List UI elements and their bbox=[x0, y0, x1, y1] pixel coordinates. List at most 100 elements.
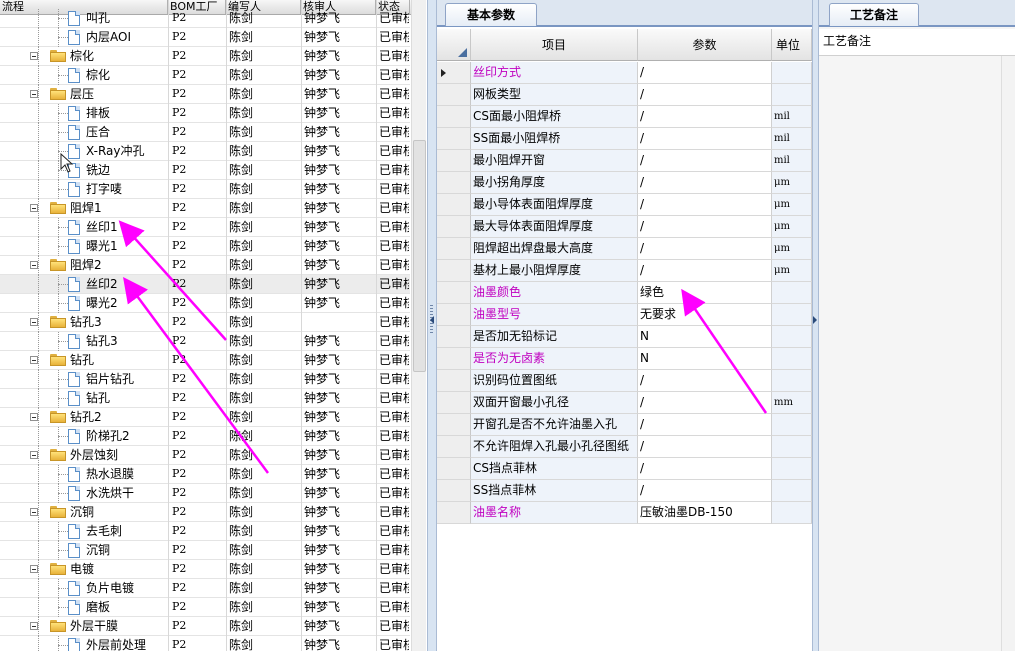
collapse-toggle-icon[interactable] bbox=[30, 508, 38, 516]
param-value-cell[interactable]: / bbox=[638, 128, 772, 150]
collapse-toggle-icon[interactable] bbox=[30, 356, 38, 364]
tree-step-row[interactable]: 棕化 P2 陈剑 钟梦飞 已审核 bbox=[0, 66, 410, 85]
tree-step-row[interactable]: 沉铜 P2 陈剑 钟梦飞 已审核 bbox=[0, 541, 410, 560]
row-selector[interactable] bbox=[437, 172, 471, 194]
param-value-cell[interactable]: / bbox=[638, 106, 772, 128]
row-selector[interactable] bbox=[437, 370, 471, 392]
collapse-toggle-icon[interactable] bbox=[30, 261, 38, 269]
process-tree-grid[interactable]: 流程 BOM工厂 编写人 核审人 状态 叫孔P2陈剑钟梦飞已审核内层AOIP2陈… bbox=[0, 0, 426, 651]
tree-group-row[interactable]: 沉铜 P2 陈剑 钟梦飞 已审核 bbox=[0, 503, 410, 522]
collapse-toggle-icon[interactable] bbox=[30, 52, 38, 60]
tree-group-row[interactable]: 阻焊1 P2 陈剑 钟梦飞 已审核 bbox=[0, 199, 410, 218]
row-selector[interactable] bbox=[437, 304, 471, 326]
notes-textarea[interactable] bbox=[819, 56, 1001, 651]
tree-step-row[interactable]: 钻孔3 P2 陈剑 钟梦飞 已审核 bbox=[0, 332, 410, 351]
tree-step-row[interactable]: 水洗烘干 P2 陈剑 钟梦飞 已审核 bbox=[0, 484, 410, 503]
tree-group-row[interactable]: 层压 P2 陈剑 钟梦飞 已审核 bbox=[0, 85, 410, 104]
param-row[interactable]: 油墨颜色 绿色 bbox=[437, 282, 812, 304]
param-value-cell[interactable]: / bbox=[638, 238, 772, 260]
collapse-right-icon[interactable] bbox=[813, 316, 817, 324]
row-selector[interactable] bbox=[437, 414, 471, 436]
tree-step-row[interactable]: 热水退膜 P2 陈剑 钟梦飞 已审核 bbox=[0, 465, 410, 484]
tree-step-row[interactable]: 磨板 P2 陈剑 钟梦飞 已审核 bbox=[0, 598, 410, 617]
collapse-toggle-icon[interactable] bbox=[30, 451, 38, 459]
param-value-cell[interactable]: / bbox=[638, 414, 772, 436]
param-row[interactable]: 最大导体表面阻焊厚度 / μm bbox=[437, 216, 812, 238]
param-value-cell[interactable]: / bbox=[638, 216, 772, 238]
param-value-cell[interactable]: 绿色 bbox=[638, 282, 772, 304]
tree-scrollbar-thumb[interactable] bbox=[413, 140, 426, 372]
param-row[interactable]: 是否为无卤素 N bbox=[437, 348, 812, 370]
param-value-cell[interactable]: 压敏油墨DB-150 bbox=[638, 502, 772, 524]
row-selector[interactable] bbox=[437, 326, 471, 348]
param-row[interactable]: 最小阻焊开窗 / mil bbox=[437, 150, 812, 172]
param-value-cell[interactable]: N bbox=[638, 326, 772, 348]
tab-process-notes[interactable]: 工艺备注 bbox=[829, 3, 919, 26]
param-row[interactable]: 识别码位置图纸 / bbox=[437, 370, 812, 392]
collapse-toggle-icon[interactable] bbox=[30, 413, 38, 421]
column-header-value[interactable]: 参数 bbox=[638, 29, 772, 61]
tree-step-row[interactable]: 钻孔 P2 陈剑 钟梦飞 已审核 bbox=[0, 389, 410, 408]
row-selector[interactable] bbox=[437, 480, 471, 502]
row-selector[interactable] bbox=[437, 282, 471, 304]
column-header-unit[interactable]: 单位 bbox=[772, 29, 812, 61]
column-header-item[interactable]: 项目 bbox=[471, 29, 638, 61]
row-selector[interactable] bbox=[437, 216, 471, 238]
param-value-cell[interactable]: / bbox=[638, 194, 772, 216]
tree-step-row[interactable]: 叫孔 P2 陈剑 钟梦飞 已审核 bbox=[0, 9, 410, 28]
left-splitter[interactable] bbox=[427, 0, 437, 651]
param-row[interactable]: 双面开窗最小孔径 / mm bbox=[437, 392, 812, 414]
collapse-toggle-icon[interactable] bbox=[30, 622, 38, 630]
row-selector[interactable] bbox=[437, 260, 471, 282]
param-row[interactable]: 基材上最小阻焊厚度 / μm bbox=[437, 260, 812, 282]
collapse-toggle-icon[interactable] bbox=[30, 565, 38, 573]
param-value-cell[interactable]: / bbox=[638, 436, 772, 458]
param-value-cell[interactable]: / bbox=[638, 458, 772, 480]
tree-step-row[interactable]: 打字唛 P2 陈剑 钟梦飞 已审核 bbox=[0, 180, 410, 199]
collapse-toggle-icon[interactable] bbox=[30, 204, 38, 212]
param-value-cell[interactable]: N bbox=[638, 348, 772, 370]
param-value-cell[interactable]: / bbox=[638, 172, 772, 194]
param-row[interactable]: SS挡点菲林 / bbox=[437, 480, 812, 502]
tree-group-row[interactable]: 阻焊2 P2 陈剑 钟梦飞 已审核 bbox=[0, 256, 410, 275]
row-selector[interactable] bbox=[437, 348, 471, 370]
tree-group-row[interactable]: 钻孔3 P2 陈剑 已审核 bbox=[0, 313, 410, 332]
tree-step-row[interactable]: 负片电镀 P2 陈剑 钟梦飞 已审核 bbox=[0, 579, 410, 598]
tab-basic-params[interactable]: 基本参数 bbox=[445, 3, 537, 26]
select-all-corner[interactable] bbox=[437, 29, 471, 61]
param-row[interactable]: 最小导体表面阻焊厚度 / μm bbox=[437, 194, 812, 216]
tree-group-row[interactable]: 钻孔 P2 陈剑 钟梦飞 已审核 bbox=[0, 351, 410, 370]
row-selector[interactable] bbox=[437, 128, 471, 150]
param-row[interactable]: CS挡点菲林 / bbox=[437, 458, 812, 480]
tree-step-row[interactable]: 阶梯孔2 P2 陈剑 钟梦飞 已审核 bbox=[0, 427, 410, 446]
param-row[interactable]: 最小拐角厚度 / μm bbox=[437, 172, 812, 194]
tree-step-row[interactable]: 去毛刺 P2 陈剑 钟梦飞 已审核 bbox=[0, 522, 410, 541]
row-selector[interactable] bbox=[437, 392, 471, 414]
row-selector[interactable] bbox=[437, 84, 471, 106]
tree-step-row[interactable]: 铝片钻孔 P2 陈剑 钟梦飞 已审核 bbox=[0, 370, 410, 389]
param-value-cell[interactable]: / bbox=[638, 150, 772, 172]
param-value-cell[interactable]: / bbox=[638, 392, 772, 414]
right-splitter[interactable] bbox=[812, 0, 819, 651]
param-row[interactable]: 油墨名称 压敏油墨DB-150 bbox=[437, 502, 812, 524]
param-value-cell[interactable]: 无要求 bbox=[638, 304, 772, 326]
row-selector[interactable] bbox=[437, 150, 471, 172]
param-row[interactable]: CS面最小阻焊桥 / mil bbox=[437, 106, 812, 128]
row-selector[interactable] bbox=[437, 238, 471, 260]
tree-step-row[interactable]: 曝光2 P2 陈剑 钟梦飞 已审核 bbox=[0, 294, 410, 313]
tree-step-row[interactable]: 曝光1 P2 陈剑 钟梦飞 已审核 bbox=[0, 237, 410, 256]
row-selector[interactable] bbox=[437, 194, 471, 216]
param-value-cell[interactable]: / bbox=[638, 480, 772, 502]
param-row[interactable]: 丝印方式 / bbox=[437, 62, 812, 84]
tree-group-row[interactable]: 外层干膜 P2 陈剑 钟梦飞 已审核 bbox=[0, 617, 410, 636]
tree-step-row[interactable]: 丝印2 P2 陈剑 钟梦飞 已审核 bbox=[0, 275, 410, 294]
param-value-cell[interactable]: / bbox=[638, 84, 772, 106]
tree-step-row[interactable]: 压合 P2 陈剑 钟梦飞 已审核 bbox=[0, 123, 410, 142]
row-selector[interactable] bbox=[437, 458, 471, 480]
row-selector[interactable] bbox=[437, 106, 471, 128]
tree-step-row[interactable]: 内层AOI P2 陈剑 钟梦飞 已审核 bbox=[0, 28, 410, 47]
param-row[interactable]: SS面最小阻焊桥 / mil bbox=[437, 128, 812, 150]
row-selector[interactable] bbox=[437, 62, 471, 84]
param-row[interactable]: 是否加无铅标记 N bbox=[437, 326, 812, 348]
tree-step-row[interactable]: 外层前处理 P2 陈剑 钟梦飞 已审核 bbox=[0, 636, 410, 651]
